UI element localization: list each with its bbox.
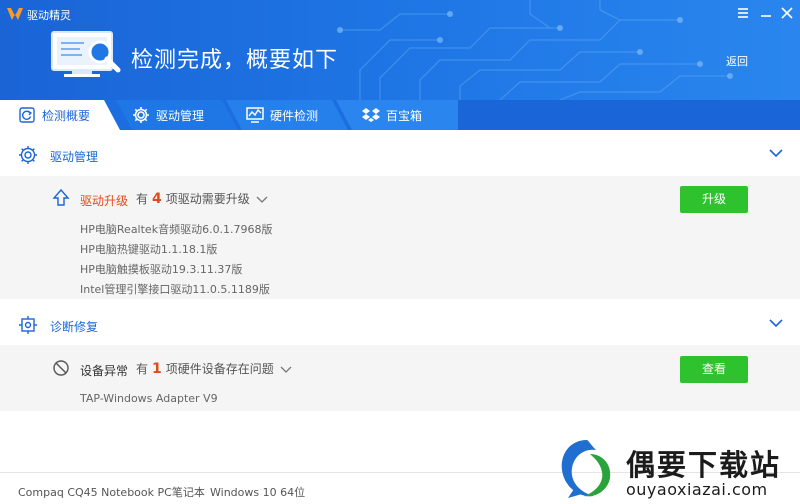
issue-count: 1	[152, 361, 162, 377]
watermark-url: ouyaoxiazai.com	[626, 480, 768, 499]
driver-item: HP电脑触摸板驱动19.3.11.37版	[80, 263, 243, 276]
upgrade-arrow-icon	[52, 188, 70, 206]
refresh-icon	[19, 107, 35, 123]
app-logo-icon	[7, 8, 23, 20]
driver-item: Intel管理引擎接口驱动11.0.5.1189版	[80, 283, 270, 296]
desc-prefix: 有	[136, 192, 149, 206]
chevron-down-icon[interactable]	[768, 317, 784, 329]
driver-item: HP电脑Realtek音频驱动6.0.1.7968版	[80, 223, 273, 236]
upgrade-count: 4	[152, 191, 162, 207]
tab-label: 检测概要	[42, 108, 91, 123]
upgrade-button[interactable]: 升级	[680, 186, 748, 213]
minimize-icon[interactable]	[756, 4, 776, 22]
dropbox-icon	[362, 108, 380, 122]
app-title: 驱动精灵	[27, 9, 71, 22]
watermark-logo-icon	[561, 440, 611, 498]
monitor-chart-icon	[246, 107, 264, 123]
close-icon[interactable]	[777, 4, 797, 22]
header-banner: 驱动精灵 检测完成，概要如下 返回	[0, 0, 800, 100]
desc-prefix: 有	[136, 362, 149, 376]
section-title: 驱动管理	[50, 150, 99, 164]
section-title: 诊断修复	[50, 320, 99, 334]
prohibited-icon	[53, 360, 69, 376]
device-item: TAP-Windows Adapter V9	[80, 392, 218, 405]
driver-upgrade-desc: 有 4 项驱动需要升级	[136, 190, 250, 207]
back-link[interactable]: 返回	[726, 53, 748, 69]
chevron-down-icon[interactable]	[280, 366, 292, 374]
view-button[interactable]: 查看	[680, 356, 748, 383]
tab-label: 驱动管理	[156, 108, 205, 123]
monitor-magnifier-icon	[51, 31, 121, 77]
menu-icon[interactable]	[733, 4, 753, 22]
chevron-down-icon[interactable]	[768, 147, 784, 159]
driver-upgrade-panel: 驱动升级 有 4 项驱动需要升级 升级 HP电脑Realtek音频驱动6.0.1.7…	[0, 176, 800, 299]
desc-suffix: 项硬件设备存在问题	[165, 362, 274, 376]
tab-detect-overview[interactable]: 检测概要	[0, 100, 120, 130]
gear-icon	[19, 146, 37, 164]
tab-toolbox[interactable]: 百宝箱	[336, 100, 458, 130]
device-issue-panel: 设备异常 有 1 项硬件设备存在问题 查看 TAP-Windows Adapter …	[0, 345, 800, 411]
desc-suffix: 项驱动需要升级	[165, 192, 250, 206]
section-diagnose-repair: 诊断修复	[0, 302, 800, 346]
driver-item: HP电脑热键驱动1.1.18.1版	[80, 243, 218, 256]
tab-label: 百宝箱	[386, 108, 423, 123]
diagnose-icon	[19, 316, 37, 334]
tab-driver-manage[interactable]: 驱动管理	[116, 100, 238, 130]
watermark-title: 偶要下载站	[626, 448, 782, 482]
circuit-pattern	[337, 0, 733, 100]
device-issue-desc: 有 1 项硬件设备存在问题	[136, 360, 274, 377]
page-title: 检测完成，概要如下	[131, 48, 339, 73]
device-model: Compaq CQ45 Notebook PC笔记本	[18, 486, 205, 499]
section-driver-manage: 驱动管理	[0, 132, 800, 176]
tab-bar: 百宝箱 硬件检测 驱动管理 检测概要	[0, 100, 800, 130]
tab-bar-fill	[458, 100, 800, 130]
os-version: Windows 10 64位	[210, 486, 306, 499]
tab-hardware-detect[interactable]: 硬件检测	[226, 100, 348, 130]
chevron-down-icon[interactable]	[256, 196, 268, 204]
tab-label: 硬件检测	[270, 108, 319, 123]
driver-upgrade-title: 驱动升级	[80, 194, 129, 208]
gear-icon	[133, 107, 149, 123]
device-issue-title: 设备异常	[80, 364, 129, 378]
